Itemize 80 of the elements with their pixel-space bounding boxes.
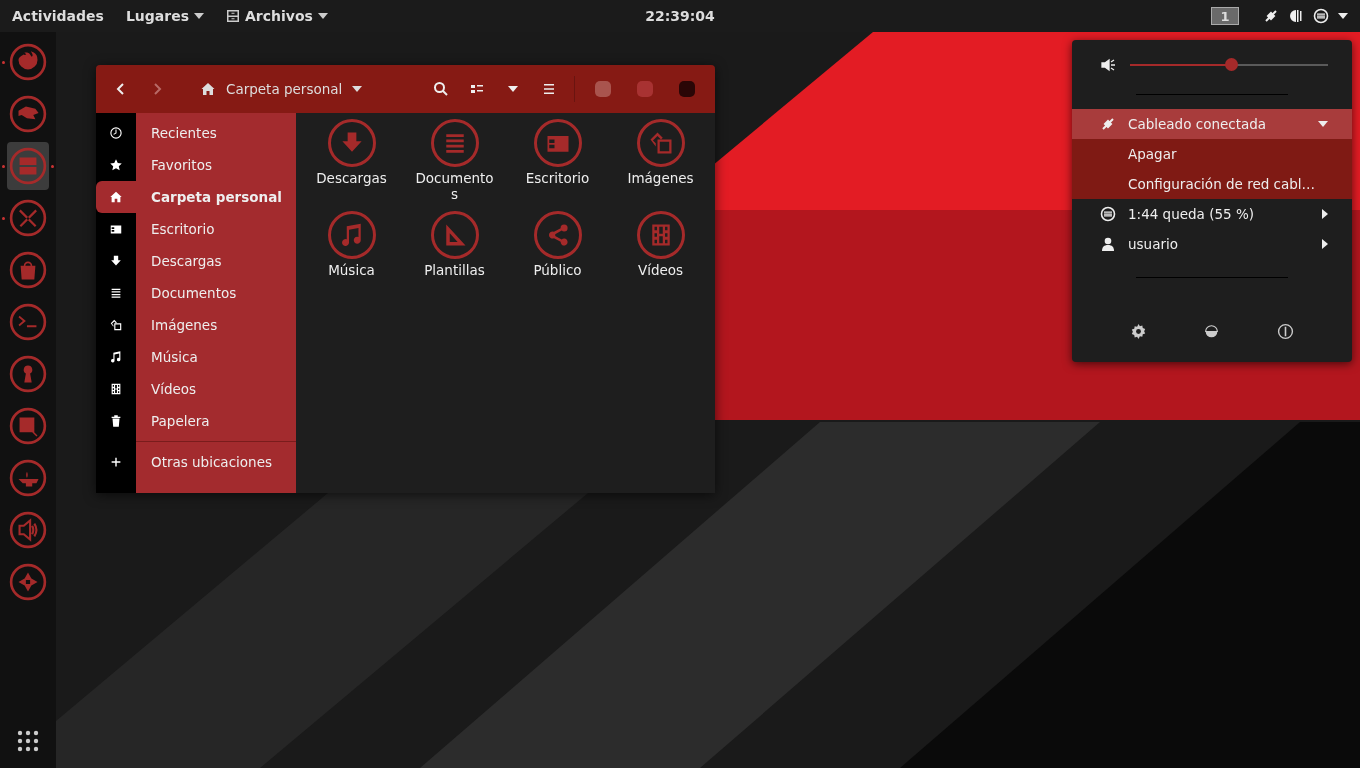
network-menu-item[interactable]: Cableado conectada (1072, 109, 1352, 139)
caret-icon (193, 13, 204, 19)
path-button[interactable]: Carpeta personal (194, 74, 369, 104)
menu-icon (541, 81, 557, 97)
sidebar-item[interactable]: Imágenes (96, 309, 296, 341)
folder-item[interactable]: Plantillas (403, 211, 506, 303)
shopping-bag-icon (9, 251, 47, 289)
caret-icon (352, 86, 363, 92)
clock-button[interactable]: 22:39:04 (645, 8, 715, 24)
grid-icon (17, 730, 39, 752)
half-circle-icon (1203, 322, 1221, 340)
settings-icon (1130, 322, 1148, 340)
sidebar-item[interactable]: Documentos (96, 277, 296, 309)
battery-icon (1313, 8, 1329, 24)
sidebar-item[interactable]: Escritorio (96, 213, 296, 245)
volume-icon (1288, 8, 1304, 24)
sidebar-item[interactable]: Descargas (96, 245, 296, 277)
activities-button[interactable]: Actividades (4, 2, 112, 30)
folder-lines-icon (430, 119, 479, 167)
oil-lamp-icon (9, 459, 47, 497)
folder-window-icon (533, 119, 582, 167)
music-note-icon (109, 350, 123, 364)
sidebar-item[interactable]: Favoritos (96, 149, 296, 181)
lines-icon (109, 286, 123, 300)
folder-item[interactable]: Público (506, 211, 609, 303)
battery-icon (1100, 206, 1116, 222)
maximize-button[interactable] (637, 81, 653, 97)
folder-pictures-icon (636, 119, 685, 167)
down-arrow-icon (109, 254, 123, 268)
cabinet-icon (225, 9, 240, 23)
workspace-indicator[interactable]: 1 (1211, 7, 1239, 25)
plus-icon (109, 455, 123, 469)
keyhole-icon (9, 355, 47, 393)
trash-icon (109, 414, 123, 428)
close-button[interactable] (679, 81, 695, 97)
triangle-right-icon (1322, 209, 1328, 219)
sidebar-item[interactable]: Vídeos (96, 373, 296, 405)
search-icon (433, 81, 449, 97)
person-icon (1100, 236, 1116, 252)
clock-icon (109, 126, 123, 140)
tools-icon (9, 199, 47, 237)
terminal-icon (9, 303, 47, 341)
places-menu[interactable]: Lugares (117, 2, 212, 30)
star-icon (109, 158, 123, 172)
app-menu[interactable]: Archivos (217, 2, 336, 30)
folder-item[interactable]: Escritorio (506, 119, 609, 211)
caret-icon (508, 86, 518, 92)
speaker-icon (9, 511, 47, 549)
sidebar-item[interactable]: Papelera (96, 405, 296, 437)
network-wired-icon (1100, 116, 1116, 132)
folder-share-icon (533, 211, 582, 259)
home-icon (200, 81, 216, 97)
folder-item[interactable]: Vídeos (609, 211, 712, 303)
film-icon (109, 382, 123, 396)
minimize-button[interactable] (595, 81, 611, 97)
pictures-icon (109, 318, 123, 332)
battery-menu-item[interactable]: 1:44 queda (55 %) (1072, 199, 1352, 229)
submenu-item[interactable]: Configuración de red cabl… (1072, 169, 1352, 199)
running-indicator (51, 164, 54, 168)
sidebar-item[interactable]: Recientes (96, 117, 296, 149)
triangle-right-icon (1322, 239, 1328, 249)
drawer-icon (9, 147, 47, 185)
folder-film-icon (636, 211, 685, 259)
folder-music-note-icon (327, 211, 376, 259)
folder-item[interactable]: Descargas (300, 119, 403, 211)
caret-icon (1338, 13, 1348, 19)
folder-item[interactable]: Documentos (403, 119, 506, 211)
caret-icon (317, 13, 328, 19)
submenu-item[interactable]: Apagar (1072, 139, 1352, 169)
network-wired-icon (1263, 8, 1279, 24)
folder-item[interactable]: Imágenes (609, 119, 712, 211)
folder-item[interactable]: Música (300, 211, 403, 303)
user-menu-item[interactable]: usuario (1072, 229, 1352, 259)
caret-icon (1318, 121, 1328, 127)
home-icon (109, 190, 123, 204)
sidebar-item[interactable]: Otras ubicaciones (96, 446, 296, 478)
power-icon (1276, 322, 1294, 340)
dock-launcher[interactable] (6, 142, 50, 190)
sidebar-item[interactable]: Música (96, 341, 296, 373)
speaker-muted-icon (1100, 57, 1116, 73)
